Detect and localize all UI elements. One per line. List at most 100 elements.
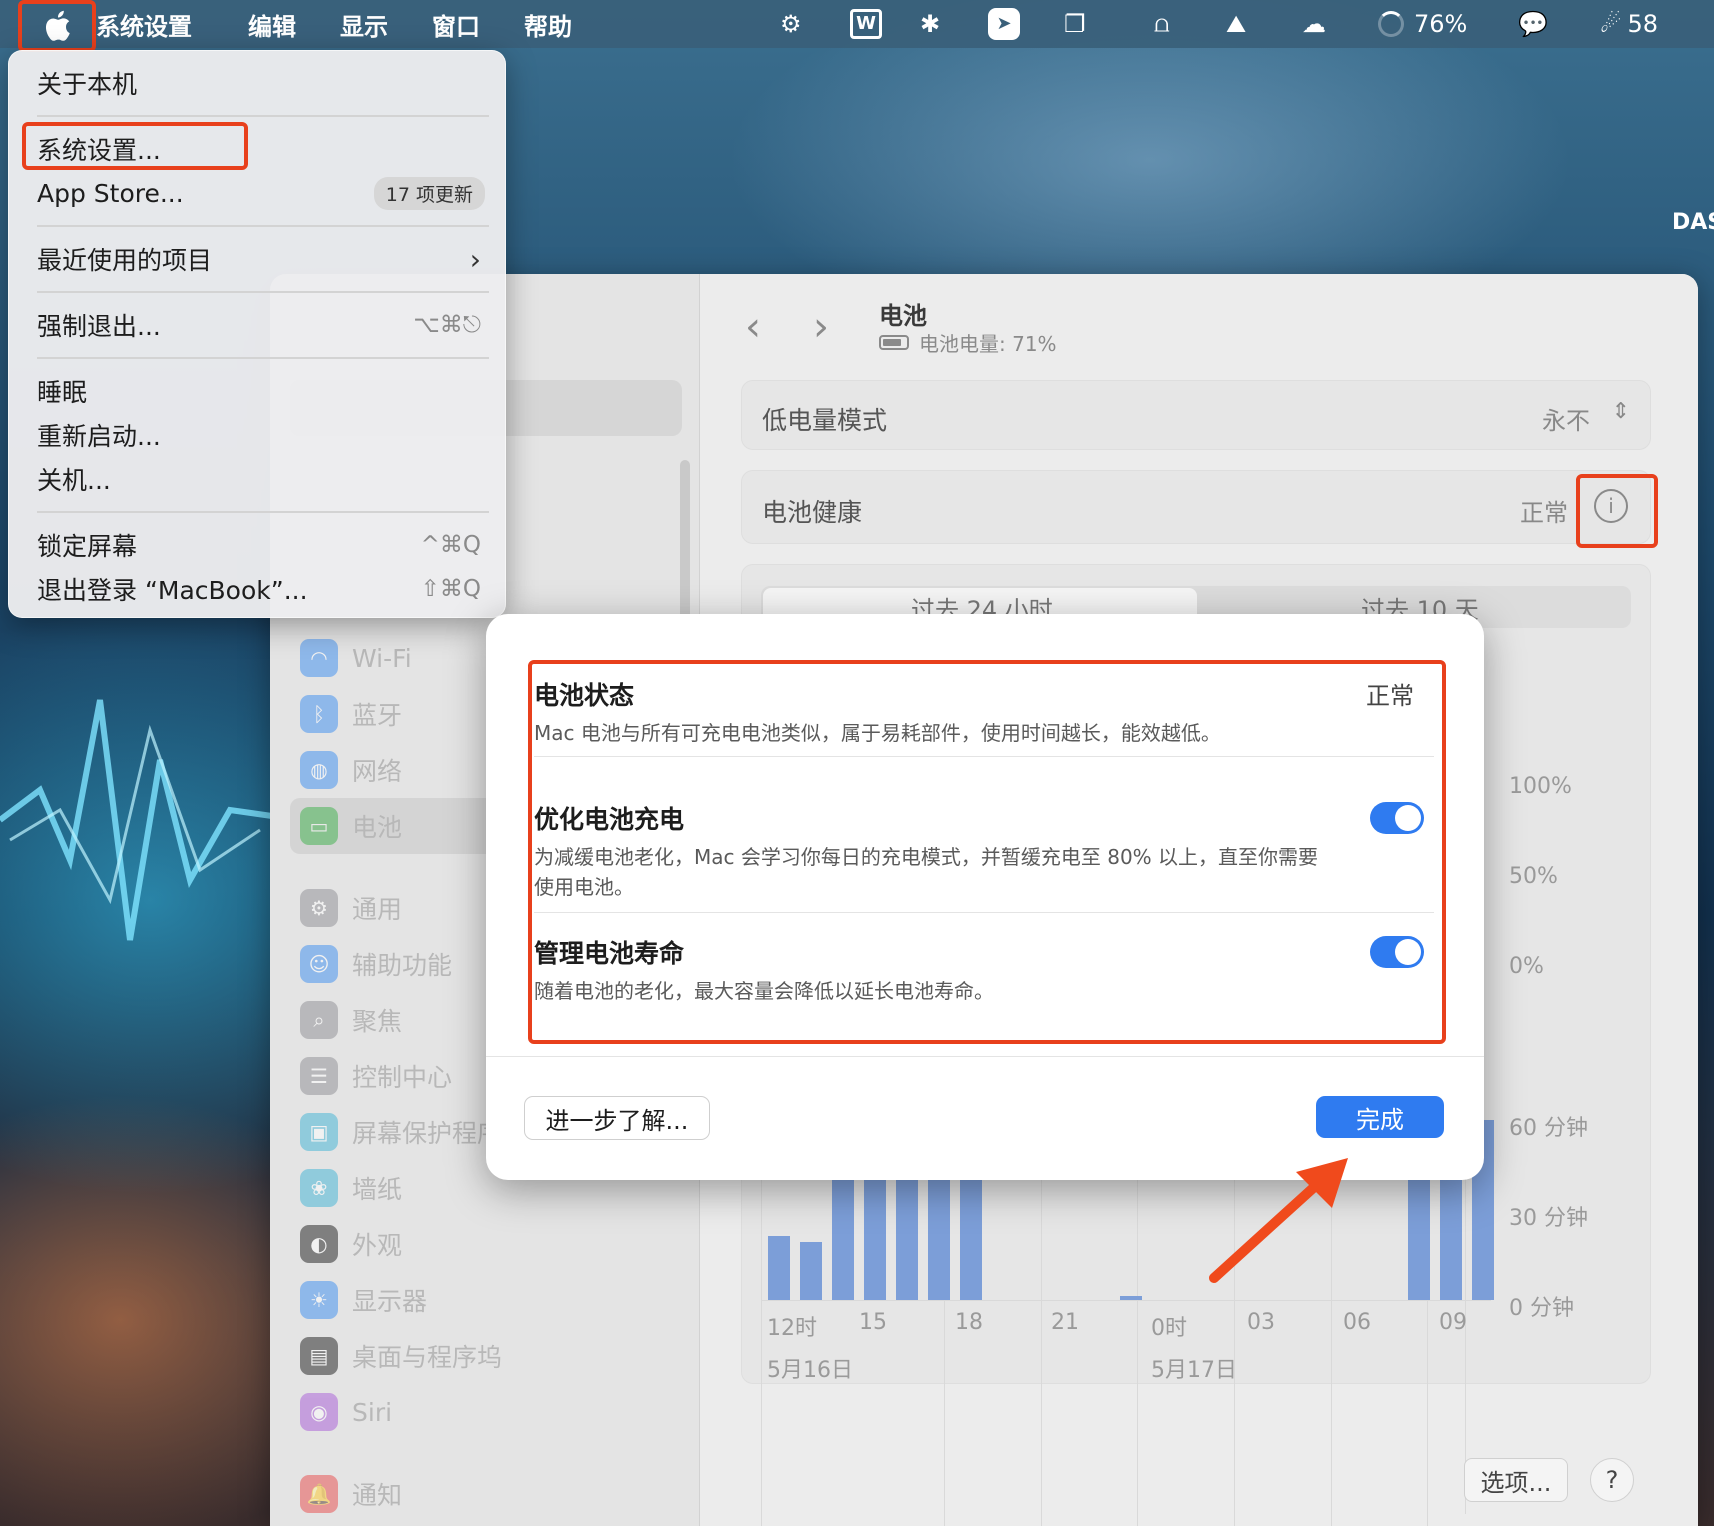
gear-status-icon[interactable]: ⚙ — [780, 0, 802, 48]
battery-longevity-desc: 随着电池的老化，最大容量会降低以延长电池寿命。 — [534, 979, 994, 1003]
gear-icon: ⚙ — [300, 889, 338, 927]
chart-gridline — [1041, 1174, 1042, 1526]
battery-status-desc: Mac 电池与所有可充电电池类似，属于易耗部件，使用时间越长，能效越低。 — [534, 721, 1221, 745]
wps-status-icon[interactable]: W — [850, 0, 882, 48]
apple-dropdown-menu: 关于本机 系统设置... App Store... 17 项更新 最近使用的项目… — [8, 50, 506, 618]
x-tick-label: 15 — [859, 1310, 887, 1335]
snowflake-status-icon[interactable]: ✱ — [920, 0, 940, 48]
menu-item-restart[interactable]: 重新启动... — [37, 415, 489, 455]
sidebar-item-label: Wi-Fi — [352, 643, 412, 673]
menu-item-sleep[interactable]: 睡眠 — [37, 371, 489, 411]
sidebar-item-label: 桌面与程序坞 — [352, 1343, 503, 1372]
siri-icon: ◉ — [300, 1393, 338, 1431]
search-icon: ⌕ — [300, 1001, 338, 1039]
menu-app-name[interactable]: 系统设置 — [96, 0, 192, 48]
display-icon: ☀ — [300, 1281, 338, 1319]
menu-item-logout[interactable]: 退出登录 “MacBook”... ⇧⌘Q — [37, 569, 489, 609]
chart-gridline — [761, 1300, 1491, 1301]
menu-separator — [37, 291, 489, 293]
lock-screen-shortcut: ^⌘Q — [420, 532, 481, 558]
battery-status-title: 电池状态 — [534, 681, 635, 710]
done-button[interactable]: 完成 — [1316, 1096, 1444, 1138]
logout-shortcut: ⇧⌘Q — [420, 576, 481, 602]
wifi-icon: ◠ — [300, 639, 338, 677]
battery-longevity-section: 管理电池寿命 随着电池的老化，最大容量会降低以延长电池寿命。 — [534, 934, 1434, 1006]
date-label: 5月16日 — [767, 1358, 853, 1383]
menu-separator — [37, 357, 489, 359]
tunnel-status-icon[interactable]: ⩍ — [1154, 0, 1170, 48]
battery-health-dialog: 电池状态 正常 Mac 电池与所有可充电电池类似，属于易耗部件，使用时间越长，能… — [486, 614, 1484, 1180]
menu-help[interactable]: 帮助 — [524, 0, 572, 48]
optimized-charging-section: 优化电池充电 为减缓电池老化，Mac 会学习你每日的充电模式，并暂缓充电至 80… — [534, 800, 1434, 902]
low-power-mode-label: 低电量模式 — [762, 406, 888, 435]
low-power-mode-row: 低电量模式 永不 ⇕ — [741, 380, 1651, 450]
dock-icon: ▤ — [300, 1337, 338, 1375]
control-center-icon: ☰ — [300, 1057, 338, 1095]
back-chevron-icon[interactable]: ‹ — [745, 304, 761, 350]
x-tick-label: 12时 — [767, 1316, 817, 1341]
menu-item-recent-items[interactable]: 最近使用的项目 › — [37, 239, 489, 279]
y-tick-50: 50% — [1509, 864, 1558, 889]
sidebar-item-label: 外观 — [352, 1231, 403, 1260]
chevron-right-icon: › — [469, 242, 481, 276]
send-status-icon[interactable]: ➤ — [988, 0, 1020, 48]
menu-view[interactable]: 显示 — [340, 0, 388, 48]
battery-level-subtitle: 电池电量: 71% — [879, 328, 1057, 357]
learn-more-button[interactable]: 进一步了解... — [524, 1096, 710, 1140]
usage-bar — [768, 1236, 790, 1300]
sidebar-item-siri[interactable]: ◉ Siri — [290, 1384, 682, 1440]
battery-health-value: 正常 — [1520, 499, 1568, 527]
optimized-charging-toggle[interactable] — [1370, 802, 1424, 834]
dialog-footer-divider — [486, 1056, 1484, 1057]
dialog-divider — [534, 756, 1434, 757]
progress-status-icon[interactable]: 76% — [1378, 0, 1467, 48]
sidebar-item-dock[interactable]: ▤ 桌面与程序坞 — [290, 1328, 682, 1384]
window-status-icon[interactable]: ❐ — [1064, 0, 1086, 48]
battery-level-text: 电池电量: 71% — [919, 332, 1057, 356]
wechat-status-icon[interactable]: 💬 — [1518, 0, 1548, 48]
weibo-status-icon[interactable]: ☄ 58 — [1600, 0, 1658, 48]
x-tick-label: 21 — [1051, 1310, 1079, 1335]
menu-item-shutdown[interactable]: 关机... — [37, 459, 489, 499]
menu-edit[interactable]: 编辑 — [248, 0, 296, 48]
wallpaper-icon: ❀ — [300, 1169, 338, 1207]
sidebar-item-label: 蓝牙 — [352, 701, 403, 730]
apple-menu-button[interactable] — [20, 2, 94, 50]
stepper-updown-icon[interactable]: ⇕ — [1612, 399, 1630, 424]
sidebar-item-label: 网络 — [352, 757, 403, 786]
menu-item-about[interactable]: 关于本机 — [37, 63, 489, 103]
menu-item-system-settings[interactable]: 系统设置... — [37, 129, 489, 169]
menu-bar: 系统设置 编辑 显示 窗口 帮助 ⚙ W ✱ ➤ ❐ ⩍ ⛰ ☁ 76% 💬 ☄… — [0, 0, 1714, 48]
sidebar-item-appearance[interactable]: ◐ 外观 — [290, 1216, 682, 1272]
x-tick-label: 0时 — [1151, 1316, 1187, 1341]
menu-item-force-quit[interactable]: 强制退出... ⌥⌘⎋ — [37, 305, 489, 345]
sidebar-item-label: 控制中心 — [352, 1063, 453, 1092]
notification-count: 58 — [1627, 10, 1659, 38]
help-button[interactable]: ? — [1590, 1458, 1634, 1502]
sidebar-item-notifications[interactable]: 🔔 通知 — [290, 1466, 682, 1522]
sidebar-scrollbar[interactable] — [680, 460, 690, 630]
desktop-text-fragment: DAS — [1672, 210, 1714, 235]
globe-icon: ◍ — [300, 751, 338, 789]
y-tick-0: 0% — [1509, 954, 1544, 979]
appearance-icon: ◐ — [300, 1225, 338, 1263]
info-icon[interactable]: i — [1594, 489, 1628, 523]
forward-chevron-icon[interactable]: › — [813, 304, 829, 350]
sidebar-item-displays[interactable]: ☀ 显示器 — [290, 1272, 682, 1328]
date-label: 5月17日 — [1151, 1358, 1237, 1383]
low-power-mode-value[interactable]: 永不 — [1542, 401, 1590, 436]
usage-bar — [800, 1242, 822, 1300]
x-tick-label: 03 — [1247, 1310, 1275, 1335]
battery-health-row: 电池健康 正常 i — [741, 470, 1651, 544]
menu-window[interactable]: 窗口 — [432, 0, 480, 48]
sidebar-item-label: 墙纸 — [352, 1175, 403, 1204]
battery-longevity-toggle[interactable] — [1370, 936, 1424, 968]
mountain-status-icon[interactable]: ⛰ — [1226, 0, 1246, 48]
menu-item-lock-screen[interactable]: 锁定屏幕 ^⌘Q — [37, 525, 489, 565]
menu-item-app-store[interactable]: App Store... 17 项更新 — [37, 173, 489, 213]
x-tick-label: 06 — [1343, 1310, 1371, 1335]
y-tick-100: 100% — [1509, 774, 1572, 799]
cloud-status-icon[interactable]: ☁ — [1302, 0, 1326, 48]
menu-item-label: 锁定屏幕 — [37, 532, 138, 561]
options-button[interactable]: 选项... — [1464, 1458, 1568, 1502]
